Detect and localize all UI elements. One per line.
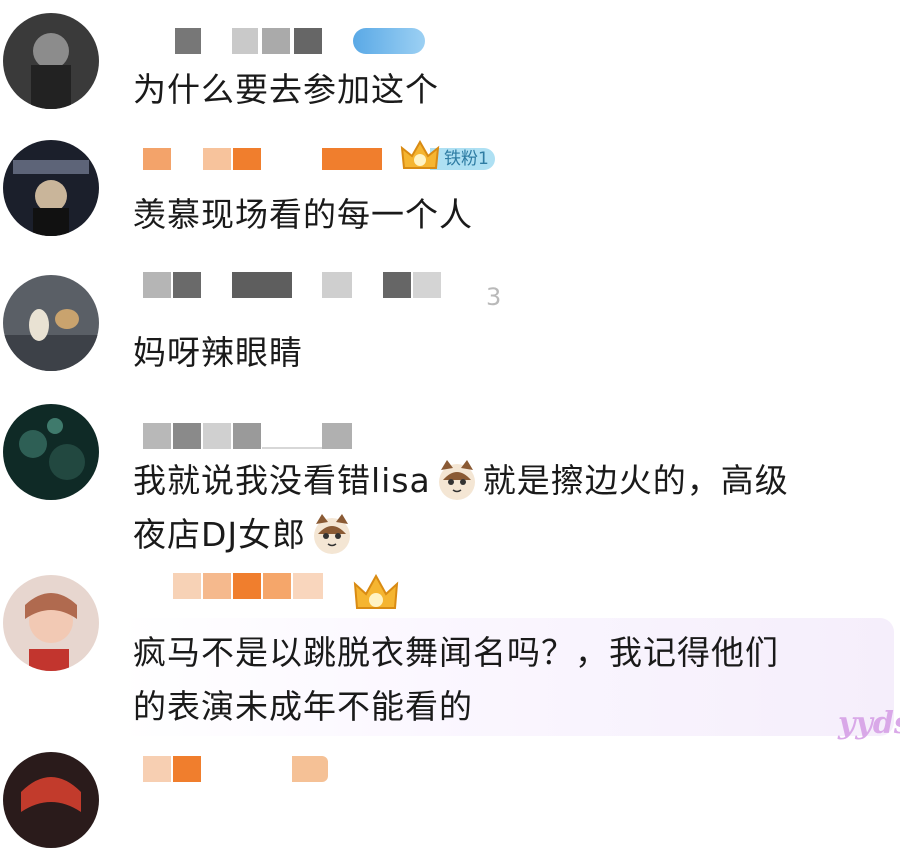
- avatar[interactable]: [3, 13, 99, 109]
- cat-face-icon: [435, 458, 479, 502]
- comment-text: 妈呀辣眼睛: [133, 333, 303, 372]
- watermark: yyds: [838, 706, 900, 741]
- avatar[interactable]: [3, 752, 99, 848]
- comment-text: 为什么要去参加这个: [133, 70, 439, 109]
- comment-text: 疯马不是以跳脱衣舞闻名吗？，我记得他们: [133, 633, 779, 672]
- avatar[interactable]: [3, 575, 99, 671]
- comment-text-part: 我就说我没看错lisa: [133, 461, 431, 500]
- avatar[interactable]: [3, 140, 99, 236]
- avatar[interactable]: [3, 404, 99, 500]
- cat-face-icon: [310, 512, 354, 556]
- comment-text: 羡慕现场看的每一个人: [133, 195, 473, 234]
- comment-text: 的表演未成年不能看的: [133, 687, 473, 726]
- comment-text-part: 就是擦边火的，高级: [482, 461, 789, 500]
- crown-icon: [400, 139, 440, 178]
- crown-icon: [353, 573, 399, 618]
- level-badge: [353, 28, 425, 54]
- comment-text-part: 夜店DJ女郎: [133, 515, 307, 554]
- fan-badge: 铁粉1: [400, 139, 495, 178]
- stray-mark: 3: [486, 283, 502, 311]
- avatar[interactable]: [3, 275, 99, 371]
- comment-text: 我就说我没看错lisa 就是擦边火的，高级: [133, 458, 789, 505]
- comment-text: 夜店DJ女郎: [133, 512, 358, 559]
